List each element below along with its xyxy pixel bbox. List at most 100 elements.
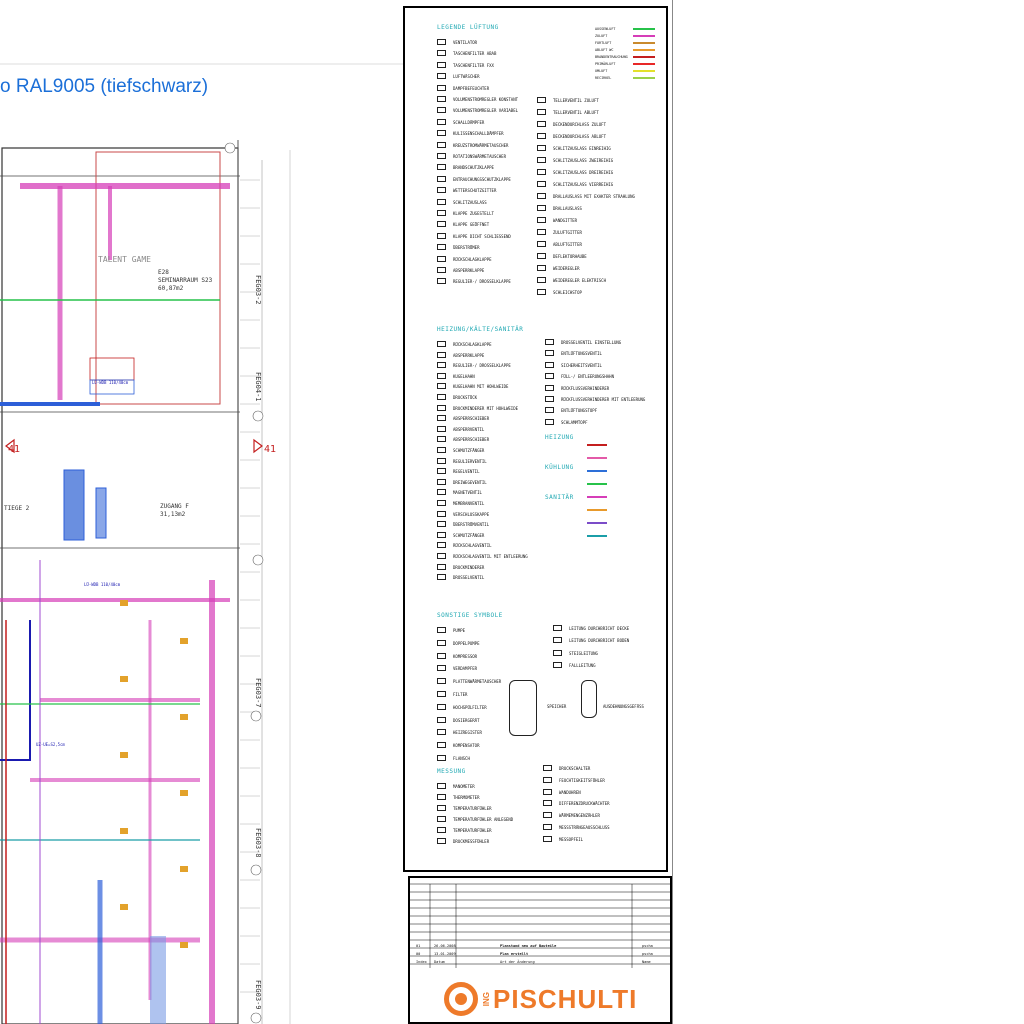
legend-label: DRUCKMESSFÜHLER [453, 839, 490, 844]
plan-headline: o RAL9005 (tiefschwarz) [0, 76, 209, 97]
legend-right-row: SCHLEICHSTOP [535, 288, 582, 297]
legend-row: TEMPERATURFÜHLER ANLEGEND [435, 815, 513, 824]
legend-row: RÜCKSCHLAGVENTIL [435, 541, 492, 550]
legend-row: VOLUMENSTROMREGLER KONSTANT [435, 95, 518, 104]
legend-symbol-icon [435, 425, 449, 434]
legend-section-title: MESSUNG [437, 768, 466, 775]
legend-symbol-icon [435, 351, 449, 360]
legend-row: ABSPERRKLAPPE [435, 351, 484, 360]
legend-right2-row-label: DROSSELVENTIL EINSTELLUNG [561, 340, 622, 345]
revision-date: Datum [434, 960, 445, 964]
legend-row: KOMPRESSOR [435, 652, 477, 661]
media-line-row: PRIMÄRLUFT [591, 61, 655, 67]
room-label-axis-4: FEG03-8 [254, 828, 262, 858]
media-line-label: RECIRKEL [595, 76, 612, 80]
legend-right-row-label: WANDGITTER [553, 218, 578, 223]
pipe-color-swatch [587, 509, 607, 511]
legend-label: DRUCKMINDERER [453, 564, 485, 570]
legend-label: VERDAMPFER [453, 666, 478, 672]
legend-row: WETTERSCHUTZGITTER [435, 186, 496, 195]
legend-label: KLAPPE GEÖFFNET [453, 222, 490, 228]
legend-right2-row-label: RÜCKFLUSSVERHINDERER [561, 385, 610, 391]
legend-row: DRUCKMINDERER MIT HOHLWEIDE [435, 404, 518, 413]
legend-panel: LEGENDE LÜFTUNG VENTILATOR TASCHENFILTER A… [403, 6, 668, 872]
axis-bubble [224, 142, 236, 154]
revision-idx: 01 [416, 944, 421, 948]
legend-symbol-icon [435, 690, 449, 699]
legend-label: KLAPPE DICHT SCHLIESSEND [453, 233, 511, 239]
legend-right-row-label: SCHLITZAUSLASS ZWEIREIHIG [553, 158, 614, 163]
legend-right-row-icon [535, 108, 549, 117]
legend-right4-row-label: MESSOPFEIL [559, 836, 584, 842]
blank-sheet-area [672, 0, 1024, 1024]
room-label-axis-3: FEG03-7 [254, 678, 262, 708]
room-label-room-area-2: 31,13m2 [160, 511, 186, 518]
legend-label: VERSCHLUSSKAPPE [453, 511, 490, 517]
legend-label: MANOMETER [453, 784, 475, 789]
legend-row: SCHMUTZFÄNGER [435, 531, 484, 540]
media-line-swatch [633, 42, 655, 44]
legend-right4-row: WANDUHREN [541, 788, 581, 797]
legend-label: THERMOMETER [453, 795, 480, 800]
legend-symbol-icon [435, 372, 449, 381]
legend-right-row-icon [535, 228, 549, 237]
legend-right4-row-label: MESSSTRÄNGEAUSSCHLUSS [559, 825, 610, 830]
legend-right-row-icon [535, 276, 549, 285]
legend-symbol-icon [435, 552, 449, 561]
legend-label: ABSPERRVENTIL [453, 426, 485, 432]
legend-symbol-icon [435, 220, 449, 229]
legend-label: RÜCKSCHLAGKLAPPE [453, 256, 492, 262]
legend-right2-row-icon [543, 384, 557, 393]
exhaust-riser [95, 487, 107, 539]
legend-label: RÜCKSCHLAGVENTIL MIT ENTLEERUNG [453, 554, 528, 559]
diffuser [180, 790, 188, 796]
legend-right-row-label: ZULUFTGITTER [553, 230, 582, 235]
media-line-label: BRANDENTRAUCHUNG [595, 55, 628, 59]
legend-right2-row-icon [543, 395, 557, 404]
legend-right-row-icon [535, 144, 549, 153]
pipe-color-swatch [587, 444, 607, 446]
legend-right2-row-label: FÜLL-/ ENTLEERUNGSHAHN [561, 374, 614, 380]
legend-symbol-icon [435, 152, 449, 161]
axis-bubble [250, 864, 262, 876]
title-block: 01 26.06.2008 Planstand neu auf Bauteile ps… [408, 876, 672, 1024]
media-line-swatch [633, 28, 655, 30]
legend-symbol-icon [435, 815, 449, 824]
legend-label: DAMPFBEFEUCHTER [453, 85, 490, 91]
legend-row: TASCHENFILTER ABAB [435, 49, 496, 58]
legend-label: FILTER [453, 692, 468, 697]
axis-bubble [252, 554, 264, 566]
legend-row: REGELVENTIL [435, 467, 480, 476]
legend-symbol-icon [435, 510, 449, 519]
legend-right2-row: SICHERHEITSVENTIL [543, 361, 602, 370]
legend-symbol-icon [435, 754, 449, 763]
legend-row: HEIZREGISTER [435, 728, 482, 737]
revision-text: Planstand neu auf Bauteile [500, 944, 557, 948]
axis-bubble [250, 1012, 262, 1024]
legend-right-row-icon [535, 120, 549, 129]
legend-symbol-icon [435, 639, 449, 648]
legend-right-row-icon [535, 252, 549, 261]
legend-right2-row: FÜLL-/ ENTLEERUNGSHAHN [543, 372, 614, 381]
legend-row: KULISSENSCHALLDÄMPFER [435, 129, 504, 138]
legend-row: KLAPPE GEÖFFNET [435, 220, 489, 229]
legend-section-title: LEGENDE LÜFTUNG [437, 24, 499, 31]
legend-row: LUFTWÄSCHER [435, 72, 480, 81]
legend-label: ÜBERSTRÖMVENTIL [453, 522, 490, 528]
legend-label: DRUCKSTÜCK [453, 395, 478, 400]
legend-label: DOPPELPUMPE [453, 640, 480, 646]
legend-label: WETTERSCHUTZGITTER [453, 188, 497, 194]
media-line-row: UMLUFT [591, 68, 655, 74]
media-line-swatch [633, 35, 655, 37]
legend-right-row-label: SCHLITZAUSLASS DREIREIHIG [553, 170, 614, 175]
revision-date: 26.06.2008 [434, 944, 456, 948]
legend-right-row: TELLERVENTIL ABLUFT [535, 108, 599, 117]
legend-symbol-icon [435, 175, 449, 184]
legend-right-row-label: TELLERVENTIL ZULUFT [553, 98, 599, 103]
room-label-axis-5: FEG03-9 [254, 980, 262, 1010]
legend-right-row: WEIDEREGLER ELEKTRISCH [535, 276, 606, 285]
legend-right-row-icon [535, 240, 549, 249]
legend-row: SCHLITZAUSLASS [435, 198, 487, 207]
legend-symbol-icon [435, 38, 449, 47]
legend-row: ÜBERSTRÖMER [435, 243, 480, 252]
